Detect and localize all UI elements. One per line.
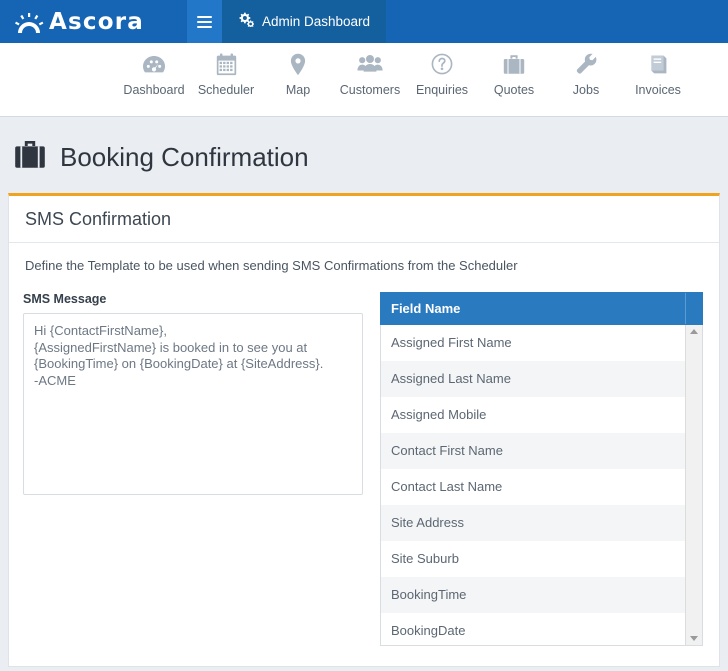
sms-message-label: SMS Message xyxy=(23,292,107,306)
map-pin-icon xyxy=(290,52,306,76)
dashboard-gauge-icon xyxy=(142,52,166,76)
caret-up-icon[interactable] xyxy=(690,329,698,334)
grid-scroll-area: Assigned First Name Assigned Last Name A… xyxy=(381,325,702,645)
book-icon xyxy=(648,52,668,76)
nav-item-quotes-label: Quotes xyxy=(493,83,535,97)
grid-vertical-scrollbar[interactable] xyxy=(685,325,702,645)
nav-item-map[interactable]: Map xyxy=(262,43,334,97)
tab-admin-dashboard[interactable]: Admin Dashboard xyxy=(222,0,387,43)
cogs-icon xyxy=(238,12,255,32)
nav-item-enquiries[interactable]: Enquiries xyxy=(406,43,478,97)
table-row[interactable]: Contact Last Name xyxy=(381,469,685,505)
card-title: SMS Confirmation xyxy=(25,209,172,229)
nav-item-enquiries-label: Enquiries xyxy=(415,83,469,97)
briefcase-icon xyxy=(14,139,46,175)
nav-item-invoices[interactable]: Invoices xyxy=(622,43,694,97)
top-bar-filler xyxy=(386,0,728,43)
grid-header-spacer xyxy=(685,293,702,324)
table-row[interactable]: Assigned Last Name xyxy=(381,361,685,397)
grid-header-row: Field Name xyxy=(380,292,703,325)
briefcase-icon xyxy=(503,52,525,76)
question-circle-icon xyxy=(431,52,453,76)
page-header: Booking Confirmation xyxy=(0,117,728,193)
table-row[interactable]: Site Address xyxy=(381,505,685,541)
sms-message-input[interactable] xyxy=(23,313,363,495)
nav-item-dashboard-label: Dashboard xyxy=(123,83,185,97)
main-nav: Dashboard Scheduler Map Customers Enquir… xyxy=(0,43,728,117)
nav-item-invoices-label: Invoices xyxy=(635,83,681,97)
tab-admin-dashboard-label: Admin Dashboard xyxy=(262,14,371,29)
nav-item-quotes[interactable]: Quotes xyxy=(478,43,550,97)
table-row[interactable]: Contact First Name xyxy=(381,433,685,469)
users-icon xyxy=(357,52,383,76)
caret-down-icon[interactable] xyxy=(690,636,698,641)
table-row[interactable]: Assigned First Name xyxy=(381,325,685,361)
sms-message-column: SMS Message xyxy=(23,292,363,500)
table-row[interactable]: Assigned Mobile xyxy=(381,397,685,433)
wrench-icon xyxy=(576,52,597,76)
table-row[interactable]: BookingDate xyxy=(381,613,685,645)
card-body: SMS Message Field Name Assigned First Na… xyxy=(9,273,719,666)
field-name-grid: Field Name Assigned First Name Assigned … xyxy=(380,292,703,646)
brand-name: Ascora xyxy=(49,9,144,35)
calendar-icon xyxy=(216,52,237,76)
nav-item-map-label: Map xyxy=(285,83,311,97)
nav-item-scheduler-label: Scheduler xyxy=(197,83,255,97)
nav-item-jobs[interactable]: Jobs xyxy=(550,43,622,97)
menu-toggle-button[interactable] xyxy=(187,0,222,43)
page-title: Booking Confirmation xyxy=(60,141,309,172)
card-description: Define the Template to be used when send… xyxy=(25,258,518,273)
nav-item-customers-label: Customers xyxy=(339,83,401,97)
sunburst-gear-icon xyxy=(14,13,44,33)
sms-confirmation-card: SMS Confirmation Define the Template to … xyxy=(8,193,720,667)
table-row[interactable]: Site Suburb xyxy=(381,541,685,577)
grid-header-field-name[interactable]: Field Name xyxy=(381,293,685,324)
nav-item-scheduler[interactable]: Scheduler xyxy=(190,43,262,97)
nav-item-customers[interactable]: Customers xyxy=(334,43,406,97)
top-bar: Ascora Admin Dashboard xyxy=(0,0,728,43)
grid-rows: Assigned First Name Assigned Last Name A… xyxy=(381,325,685,645)
card-header: SMS Confirmation xyxy=(9,196,719,243)
hamburger-icon xyxy=(197,15,212,28)
table-row[interactable]: BookingTime xyxy=(381,577,685,613)
nav-item-jobs-label: Jobs xyxy=(572,83,600,97)
nav-item-dashboard[interactable]: Dashboard xyxy=(118,43,190,97)
brand-logo[interactable]: Ascora xyxy=(0,0,187,43)
